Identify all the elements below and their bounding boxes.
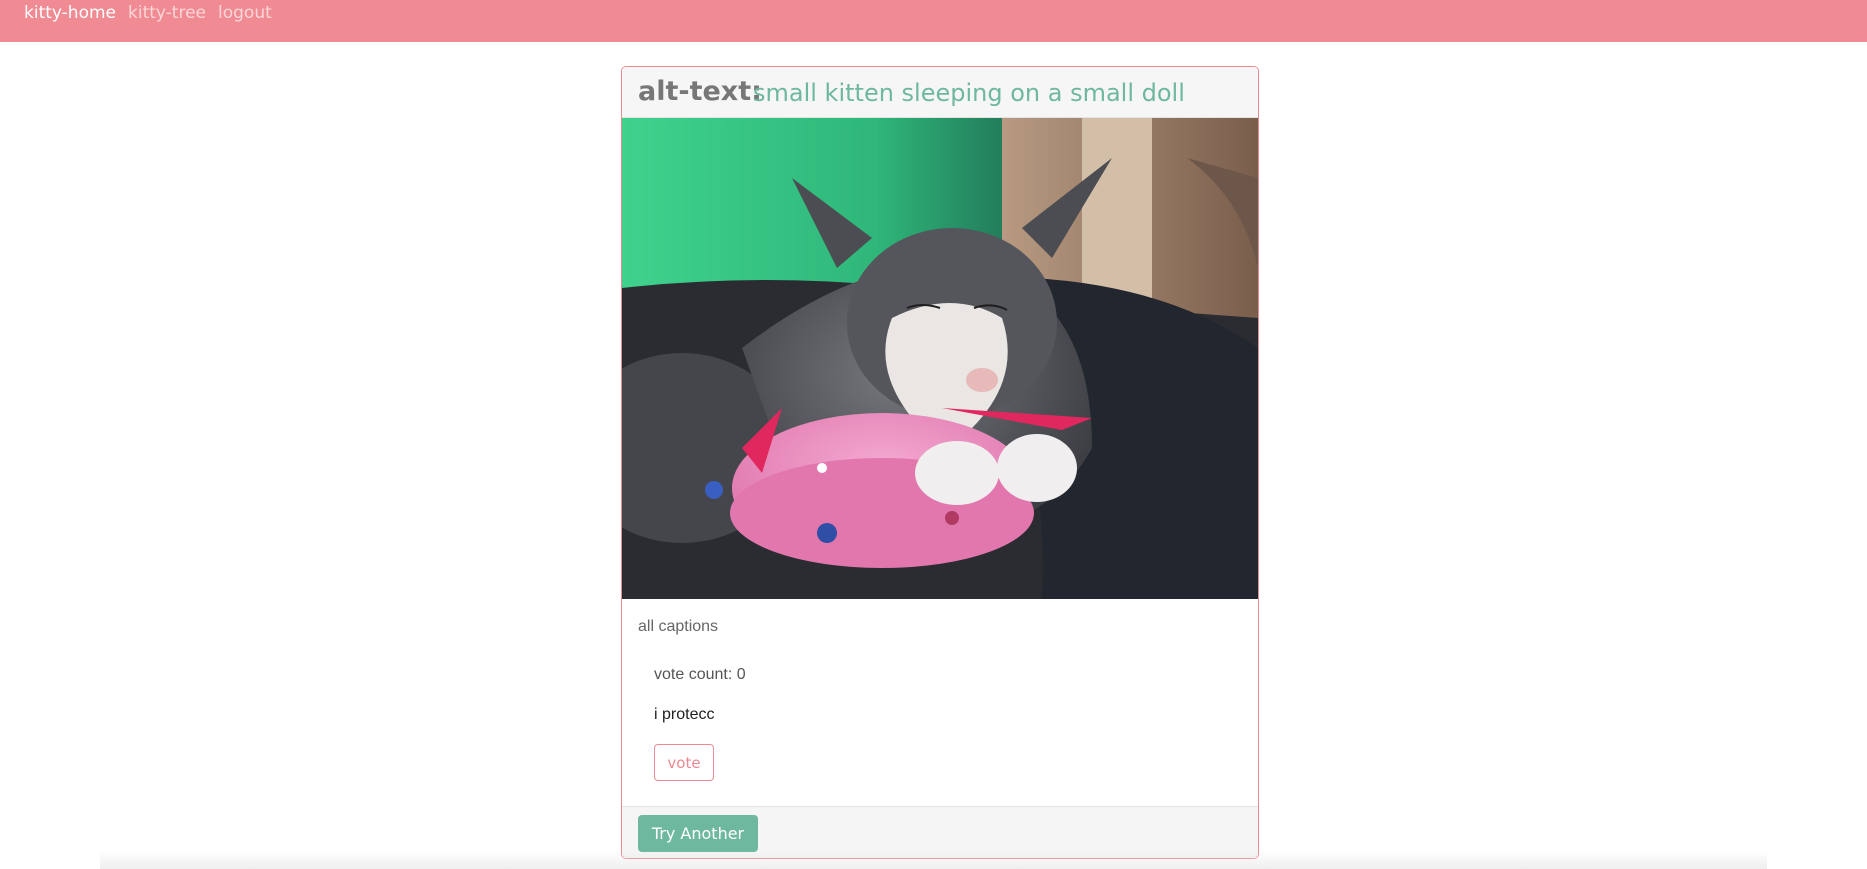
vote-button[interactable]: vote (654, 744, 714, 781)
kitten-photo (622, 118, 1258, 599)
alt-text-value: small kitten sleeping on a small doll (753, 79, 1185, 107)
kitten-card: alt-text: small kitten sleeping on a sma… (621, 66, 1259, 859)
caption-text: i protecc (654, 706, 715, 723)
alt-text-label: alt-text: (638, 76, 762, 107)
vote-count: vote count: 0 (654, 666, 746, 683)
nav-kitty-home[interactable]: kitty-home (24, 0, 116, 26)
nav-kitty-tree[interactable]: kitty-tree (128, 0, 206, 26)
all-captions-heading: all captions (638, 618, 719, 635)
page-bottom-shadow (100, 851, 1767, 869)
card-header: alt-text: small kitten sleeping on a sma… (622, 67, 1258, 118)
try-another-button[interactable]: Try Another (638, 815, 758, 852)
nav-logout[interactable]: logout (218, 0, 272, 26)
top-navbar: kitty-home kitty-tree logout (0, 0, 1867, 42)
